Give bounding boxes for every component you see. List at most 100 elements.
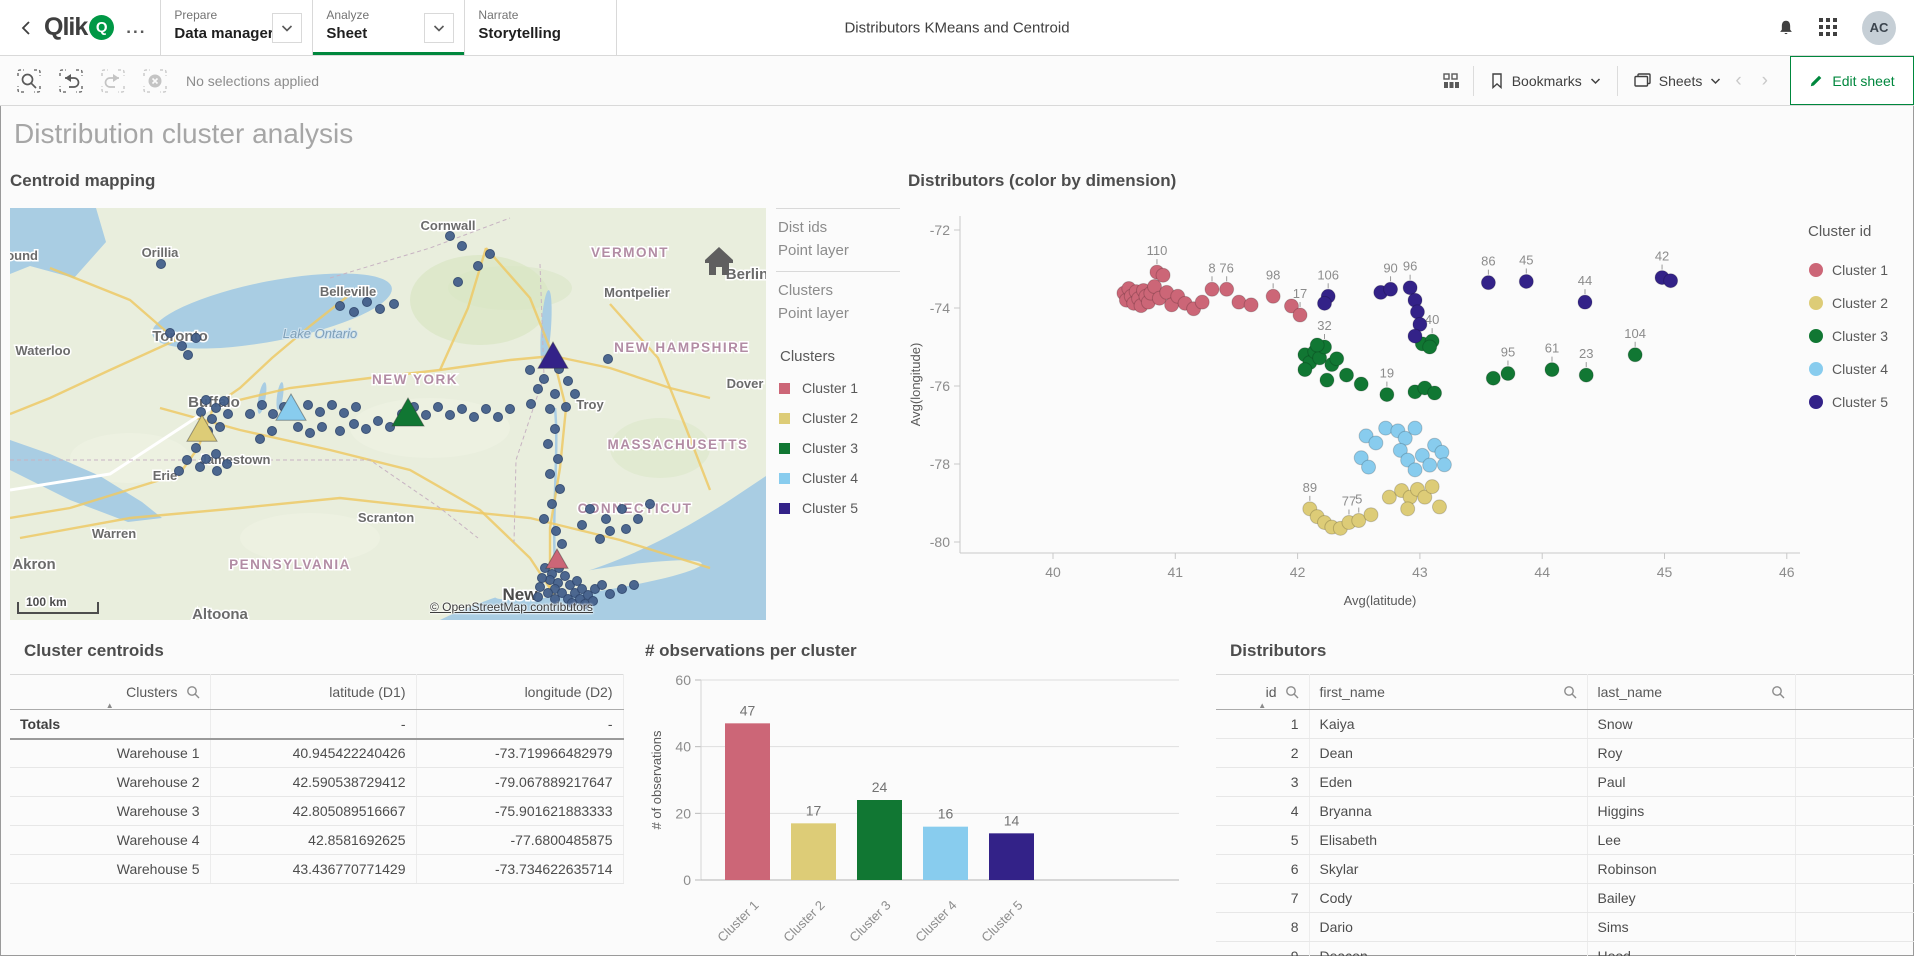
table-cell[interactable]: 7 xyxy=(1216,884,1309,913)
map-point[interactable] xyxy=(316,408,325,417)
map-point[interactable] xyxy=(212,404,221,413)
scatter-point[interactable] xyxy=(1501,367,1515,381)
map-point[interactable] xyxy=(246,410,255,419)
scatter-point[interactable] xyxy=(1486,371,1500,385)
map-point[interactable] xyxy=(486,250,495,259)
nav-prepare[interactable]: PrepareData manager xyxy=(161,0,313,55)
map-point[interactable] xyxy=(551,425,560,434)
scatter-point[interactable] xyxy=(1293,308,1307,322)
table-cell[interactable]: Warehouse 2 xyxy=(10,768,210,797)
map-point[interactable] xyxy=(350,308,359,317)
search-icon[interactable] xyxy=(1563,685,1577,699)
scatter-point[interactable] xyxy=(1382,490,1396,504)
map-point[interactable] xyxy=(556,485,565,494)
map-point[interactable] xyxy=(598,581,607,590)
table-cell[interactable]: 8 xyxy=(1216,913,1309,942)
map-point[interactable] xyxy=(422,411,431,420)
column-search-button[interactable] xyxy=(1771,685,1785,699)
map-point[interactable] xyxy=(352,403,361,412)
map-layer-item[interactable]: ClustersPoint layer xyxy=(776,271,900,334)
map-point[interactable] xyxy=(434,403,443,412)
next-sheet-button[interactable]: › xyxy=(1762,70,1768,92)
scatter-point[interactable] xyxy=(1195,295,1209,309)
scatter-point[interactable] xyxy=(1384,282,1398,296)
map-point[interactable] xyxy=(602,515,611,524)
scatter-point[interactable] xyxy=(1578,295,1592,309)
map-point[interactable] xyxy=(269,410,278,419)
map-point[interactable] xyxy=(220,397,229,406)
table-cell[interactable]: Warehouse 3 xyxy=(10,797,210,826)
map-point[interactable] xyxy=(336,302,345,311)
app-launcher-button[interactable] xyxy=(1819,18,1838,37)
map-point[interactable] xyxy=(554,455,563,464)
map-point[interactable] xyxy=(363,298,372,307)
scatter-point[interactable] xyxy=(1354,377,1368,391)
map-point[interactable] xyxy=(558,540,567,549)
undo-selection-button[interactable] xyxy=(56,66,86,96)
map-point[interactable] xyxy=(374,417,383,426)
map-point[interactable] xyxy=(197,408,206,417)
column-search-button[interactable] xyxy=(1285,685,1299,699)
search-icon[interactable] xyxy=(1771,685,1785,699)
scatter-point[interactable] xyxy=(1408,463,1422,477)
bar[interactable] xyxy=(725,723,770,880)
map-point[interactable] xyxy=(446,411,455,420)
table-cell[interactable]: 5 xyxy=(1216,826,1309,855)
map-point[interactable] xyxy=(562,403,571,412)
map-point[interactable] xyxy=(224,410,233,419)
map-point[interactable] xyxy=(606,590,615,599)
scatter-point[interactable] xyxy=(1232,295,1246,309)
scatter-point[interactable] xyxy=(1320,373,1334,387)
map-point[interactable] xyxy=(540,515,549,524)
map-point[interactable] xyxy=(184,351,193,360)
scatter-point[interactable] xyxy=(1425,480,1439,494)
scatter-point[interactable] xyxy=(1401,502,1415,516)
map-point[interactable] xyxy=(571,390,580,399)
scatter-point[interactable] xyxy=(1408,329,1422,343)
edit-sheet-button[interactable]: Edit sheet xyxy=(1790,56,1914,105)
scatter-point[interactable] xyxy=(1266,289,1280,303)
map-legend-item[interactable]: Cluster 3 xyxy=(776,433,900,463)
map-point[interactable] xyxy=(318,423,327,432)
map-point[interactable] xyxy=(548,500,557,509)
map-point[interactable] xyxy=(458,242,467,251)
map-point[interactable] xyxy=(202,396,211,405)
scatter-point[interactable] xyxy=(1423,340,1437,354)
scatter-point[interactable] xyxy=(1437,458,1451,472)
nav-dropdown-button[interactable] xyxy=(424,13,454,43)
column-search-button[interactable] xyxy=(1563,685,1577,699)
map-point[interactable] xyxy=(213,467,222,476)
map-point[interactable] xyxy=(390,300,399,309)
map-point[interactable] xyxy=(546,470,555,479)
map-point[interactable] xyxy=(540,375,549,384)
map-point[interactable] xyxy=(362,425,371,434)
map-canvas[interactable]: n SoundOrilliaCornwallVERMONTBerlinBelle… xyxy=(10,208,766,620)
map-point[interactable] xyxy=(561,572,570,581)
back-button[interactable] xyxy=(14,15,40,41)
scatter-point[interactable] xyxy=(1364,508,1378,522)
map-point[interactable] xyxy=(573,577,582,586)
map-point[interactable] xyxy=(336,427,345,436)
scatter-legend-item[interactable]: Cluster 5 xyxy=(1809,394,1888,410)
table-cell[interactable]: 6 xyxy=(1216,855,1309,884)
scatter-legend-item[interactable]: Cluster 1 xyxy=(1809,262,1888,278)
map-point[interactable] xyxy=(546,405,555,414)
column-header-id[interactable]: id▲ xyxy=(1216,675,1309,710)
table-cell[interactable]: 1 xyxy=(1216,710,1309,739)
bookmarks-button[interactable]: Bookmarks xyxy=(1486,73,1605,89)
map-point[interactable] xyxy=(196,463,205,472)
scatter-point[interactable] xyxy=(1205,282,1219,296)
table-cell[interactable]: 3 xyxy=(1216,768,1309,797)
scatter-point[interactable] xyxy=(1369,436,1383,450)
table-cell[interactable]: 4 xyxy=(1216,797,1309,826)
bar[interactable] xyxy=(923,827,968,880)
column-header-Clusters[interactable]: Clusters▲ xyxy=(10,675,210,710)
qlik-logo[interactable]: Qlik Q xyxy=(44,13,114,42)
map-point[interactable] xyxy=(526,366,535,375)
map-point[interactable] xyxy=(192,334,201,343)
map-point[interactable] xyxy=(157,260,166,269)
map-point[interactable] xyxy=(552,527,561,536)
map-layer-item[interactable]: Dist idsPoint layer xyxy=(776,208,900,271)
map-point[interactable] xyxy=(551,390,560,399)
map-point[interactable] xyxy=(306,429,315,438)
